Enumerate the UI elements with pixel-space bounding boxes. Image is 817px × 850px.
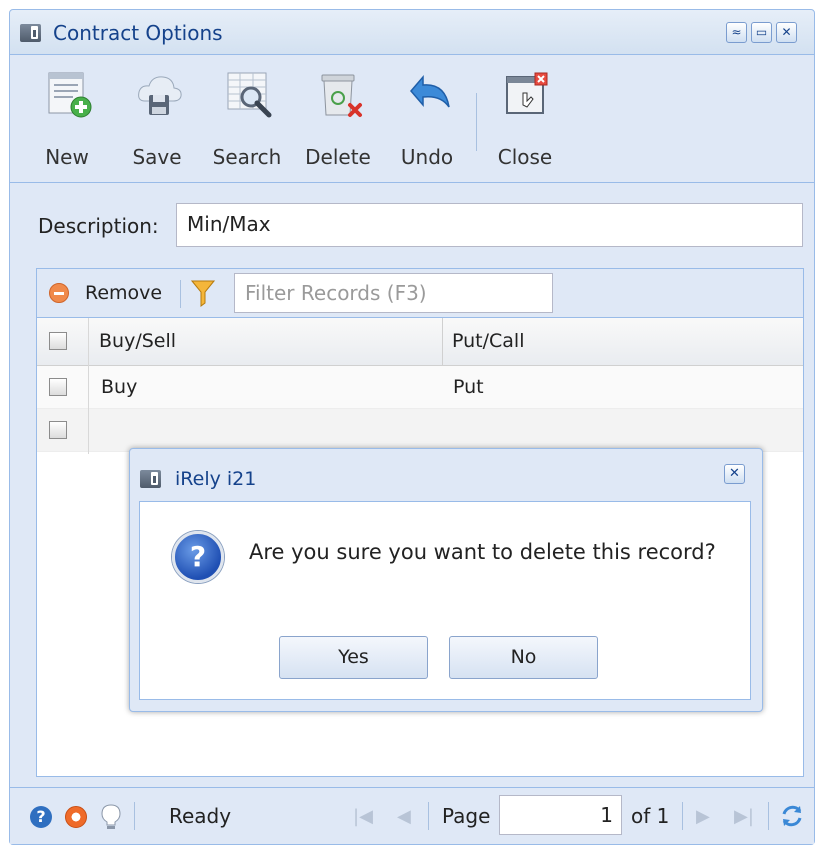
search-icon bbox=[227, 72, 272, 118]
table-row[interactable] bbox=[37, 409, 803, 452]
new-document-icon bbox=[48, 72, 92, 118]
new-button[interactable]: New bbox=[37, 71, 97, 176]
last-page-icon[interactable]: ▶| bbox=[734, 806, 754, 827]
dialog-close-button[interactable]: ✕ bbox=[724, 464, 745, 484]
checkbox-column-divider bbox=[88, 318, 89, 454]
next-page-icon[interactable]: ▶ bbox=[696, 806, 710, 827]
save-cloud-icon bbox=[138, 76, 182, 115]
first-page-icon[interactable]: |◀ bbox=[353, 806, 373, 827]
confirm-dialog: iRely i21 ✕ ? Are you sure you want to d… bbox=[129, 448, 763, 712]
help-icon[interactable]: ? bbox=[30, 806, 52, 828]
status-separator bbox=[428, 802, 429, 830]
buy-sell-cell[interactable]: Buy bbox=[101, 376, 137, 398]
question-icon: ? bbox=[172, 531, 224, 583]
filter-records-input[interactable]: Filter Records (F3) bbox=[234, 273, 553, 313]
window-close-button[interactable]: ✕ bbox=[776, 22, 797, 43]
dialog-message: Are you sure you want to delete this rec… bbox=[249, 540, 716, 564]
row-checkbox[interactable] bbox=[49, 378, 67, 396]
close-window-icon bbox=[506, 72, 548, 114]
dialog-title: iRely i21 bbox=[175, 468, 257, 490]
put-call-cell[interactable]: Put bbox=[453, 376, 484, 398]
page-count-label: of 1 bbox=[631, 804, 670, 828]
filter-icon[interactable] bbox=[191, 279, 215, 307]
toolbar-separator bbox=[476, 93, 477, 151]
remove-button[interactable]: Remove bbox=[85, 282, 162, 304]
column-header-put-call[interactable]: Put/Call bbox=[452, 330, 524, 352]
page-number-input[interactable]: 1 bbox=[499, 795, 622, 835]
status-bar: ? Ready |◀ ◀ Page 1 of 1 ▶ ▶| bbox=[10, 787, 814, 844]
remove-icon[interactable] bbox=[49, 283, 69, 303]
status-text: Ready bbox=[169, 804, 232, 828]
close-label: Close bbox=[497, 145, 553, 169]
save-label: Save bbox=[132, 145, 182, 169]
window-titlebar[interactable]: Contract Options ≈ ▭ ✕ bbox=[10, 10, 814, 55]
main-toolbar: New Save Search Delete Undo Close bbox=[10, 55, 814, 183]
dialog-body: ? Are you sure you want to delete this r… bbox=[139, 501, 751, 700]
grid-toolbar-separator bbox=[180, 280, 181, 308]
dialog-info-icon bbox=[140, 470, 161, 488]
search-button[interactable]: Search bbox=[213, 71, 281, 176]
table-row[interactable]: Buy Put bbox=[37, 366, 803, 409]
row-checkbox[interactable] bbox=[49, 421, 67, 439]
status-separator bbox=[682, 802, 683, 830]
undo-arrow-icon bbox=[410, 74, 450, 108]
refresh-icon[interactable] bbox=[778, 802, 806, 830]
yes-button[interactable]: Yes bbox=[279, 636, 428, 679]
select-all-checkbox[interactable] bbox=[49, 332, 67, 350]
status-separator bbox=[768, 802, 769, 830]
prev-page-icon[interactable]: ◀ bbox=[397, 806, 411, 827]
description-field[interactable]: Min/Max bbox=[176, 203, 803, 247]
support-lifebuoy-icon[interactable] bbox=[65, 806, 87, 828]
collapse-button[interactable]: ≈ bbox=[726, 22, 747, 43]
window-title: Contract Options bbox=[53, 21, 223, 45]
search-label: Search bbox=[212, 145, 282, 169]
close-button[interactable]: Close bbox=[495, 71, 555, 176]
status-separator bbox=[134, 802, 135, 830]
page-label: Page bbox=[442, 804, 491, 828]
maximize-button[interactable]: ▭ bbox=[751, 22, 772, 43]
no-button[interactable]: No bbox=[449, 636, 598, 679]
grid-toolbar: Remove Filter Records (F3) bbox=[37, 269, 803, 318]
delete-label: Delete bbox=[305, 145, 371, 169]
contract-options-window: Contract Options ≈ ▭ ✕ New Save Search D… bbox=[9, 9, 815, 845]
lightbulb-icon[interactable] bbox=[100, 803, 122, 831]
new-label: New bbox=[45, 145, 89, 169]
undo-button[interactable]: Undo bbox=[397, 71, 457, 176]
column-header-buy-sell[interactable]: Buy/Sell bbox=[99, 330, 176, 352]
undo-label: Undo bbox=[400, 145, 454, 169]
recycle-bin-icon bbox=[321, 74, 362, 117]
description-label: Description: bbox=[38, 214, 159, 238]
save-button[interactable]: Save bbox=[127, 71, 187, 176]
grid-header: Buy/Sell Put/Call bbox=[37, 318, 803, 366]
app-info-icon bbox=[20, 24, 41, 42]
column-divider bbox=[442, 318, 443, 365]
delete-button[interactable]: Delete bbox=[305, 71, 371, 176]
